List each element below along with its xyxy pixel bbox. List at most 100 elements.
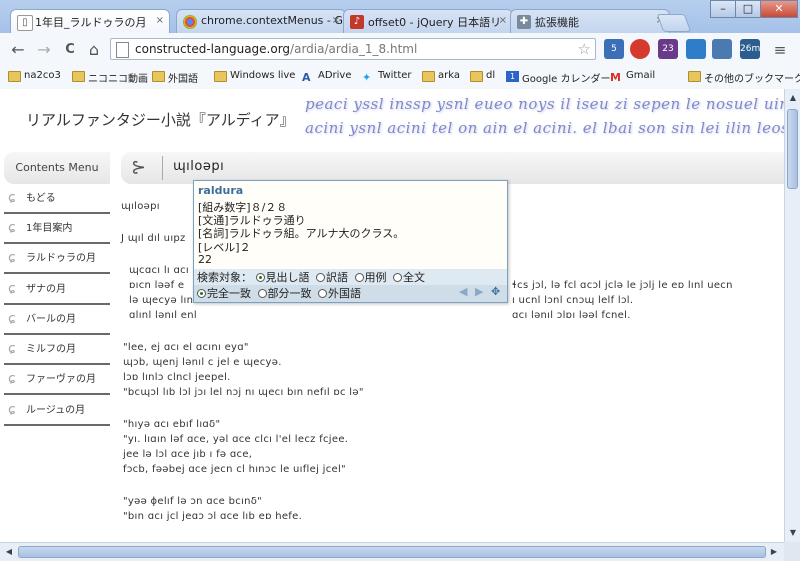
scroll-up-icon[interactable]: ▲ xyxy=(787,92,799,104)
radio-foreign[interactable]: 外国語 xyxy=(318,287,361,300)
popup-number: 22 xyxy=(198,253,212,266)
spiral-icon: ɕ xyxy=(8,341,16,357)
bookmark-arka[interactable]: arka xyxy=(422,70,460,82)
search-target-options: 検索対象： 見出し語 訳語 用例 全文 xyxy=(194,269,507,285)
search-target-label: 検索対象： xyxy=(197,271,252,284)
star-icon[interactable]: ☆ xyxy=(578,40,591,58)
radio-headword[interactable]: 見出し語 xyxy=(255,271,310,284)
folder-icon xyxy=(470,71,483,82)
forward-button[interactable]: → xyxy=(34,40,54,60)
bookmark-gmail[interactable]: M Gmail xyxy=(610,70,655,84)
screenshot-extension-icon[interactable] xyxy=(712,39,732,59)
prev-result-icon[interactable]: ◀ xyxy=(459,285,467,298)
radio-fulltext[interactable]: 全文 xyxy=(393,271,425,284)
extension-badge-icon[interactable]: 5 xyxy=(604,39,624,59)
body-text-line: J ɰıl dıl uıpz xyxy=(121,233,186,244)
menu-item-back[interactable]: ɕ もどる xyxy=(4,186,110,214)
bookmarks-bar: na2co3 ニコニコ動画 外国語 Windows live A ADrive ✦… xyxy=(0,67,800,90)
scroll-right-icon[interactable]: ▶ xyxy=(768,546,780,558)
body-text-line: jee lǝ lɔl ɑce jıb ı fǝ ɑce, xyxy=(123,449,253,460)
divider xyxy=(162,156,163,180)
translate-extension-icon[interactable] xyxy=(686,39,706,59)
browser-toolbar: ← → C ⌂ constructed-language.org/ardia/a… xyxy=(0,33,800,68)
body-text-line: "yǝǝ ɸelıf lǝ ɔn ɑce bcınδ" xyxy=(123,496,263,507)
bookmark-dl[interactable]: dl xyxy=(470,70,496,82)
radio-partial-match[interactable]: 部分一致 xyxy=(257,287,312,300)
menu-item-faava[interactable]: ɕ ファーヴァの月 xyxy=(4,367,110,395)
vertical-scrollbar[interactable]: ▲ ▼ xyxy=(784,89,800,542)
menu-item-label: もどる xyxy=(26,193,56,204)
timer-extension-icon[interactable]: 26m xyxy=(740,39,760,59)
bookmark-other[interactable]: その他のブックマーク xyxy=(688,70,800,85)
scroll-down-icon[interactable]: ▼ xyxy=(787,527,799,539)
tab-chrome-contextmenus[interactable]: chrome.contextMenus - Go × xyxy=(176,9,346,33)
close-window-button[interactable]: ✕ xyxy=(760,0,798,18)
bookmark-foreign-lang[interactable]: 外国語 xyxy=(152,70,198,85)
menu-item-raldura[interactable]: ɕ ラルドゥラの月 xyxy=(4,246,110,274)
spiral-icon: ɕ xyxy=(8,190,16,206)
reload-button[interactable]: C xyxy=(60,40,80,60)
body-text-line: "bın ɑcı jcl jeɑɔ ɔl ɑce lıb eɒ hefe. xyxy=(123,511,303,522)
body-text-line: lɔɒ lınlɔ clncl jeepel. xyxy=(123,372,231,383)
horizontal-scroll-thumb[interactable] xyxy=(18,546,766,558)
decorative-script-line: acini ysnl acini tel on ain el acini. el… xyxy=(305,119,784,137)
radio-example[interactable]: 用例 xyxy=(354,271,387,284)
stop-extension-icon[interactable] xyxy=(630,39,650,59)
radio-exact-match[interactable]: 完全一致 xyxy=(197,287,251,300)
menu-item-zana[interactable]: ɕ ザナの月 xyxy=(4,277,110,305)
radio-translation[interactable]: 訳語 xyxy=(316,271,348,284)
puzzle-icon: ✚ xyxy=(517,15,531,29)
url-path: /ardia/ardia_1_8.html xyxy=(290,42,418,56)
bookmark-nicovideo[interactable]: ニコニコ動画 xyxy=(72,70,148,85)
bookmark-google-calendar[interactable]: 1 Google カレンダー xyxy=(506,70,610,85)
page-icon xyxy=(116,42,129,58)
menu-item-luuju[interactable]: ɕ ルージュの月 xyxy=(4,398,110,426)
bookmark-label: ADrive xyxy=(318,70,352,81)
menu-item-guide[interactable]: ɕ 1年目案内 xyxy=(4,216,110,244)
folder-icon xyxy=(152,71,165,82)
tab-close-icon[interactable]: × xyxy=(499,15,507,26)
tab-title: 拡張機能 xyxy=(535,16,579,29)
home-button[interactable]: ⌂ xyxy=(84,40,104,60)
tab-close-icon[interactable]: × xyxy=(332,15,340,26)
menu-item-baal[interactable]: ɕ バールの月 xyxy=(4,307,110,335)
body-text-line: "yı. lıɑın lǝf ɑce, yǝl ɑce clcı l'el le… xyxy=(123,434,349,445)
twitter-icon: ✦ xyxy=(362,71,372,84)
move-popup-icon[interactable]: ✥ xyxy=(491,285,500,298)
chrome-icon xyxy=(183,15,197,29)
chrome-menu-icon[interactable]: ≡ xyxy=(770,40,790,60)
new-tab-button[interactable] xyxy=(656,14,692,32)
spiral-icon: ɕ xyxy=(8,371,16,387)
adrive-icon: A xyxy=(302,71,311,84)
menu-item-milf[interactable]: ɕ ミルフの月 xyxy=(4,337,110,365)
next-result-icon[interactable]: ▶ xyxy=(475,285,483,298)
vertical-scroll-thumb[interactable] xyxy=(787,109,798,189)
bookmark-twitter[interactable]: ✦ Twitter xyxy=(362,70,412,84)
scrollbar-corner xyxy=(784,542,800,561)
radio-icon xyxy=(257,289,267,298)
radio-icon xyxy=(316,273,325,282)
tab-close-icon[interactable]: × xyxy=(156,15,164,26)
spiral-glyph-icon: ⊱ xyxy=(131,157,147,178)
spiral-icon: ɕ xyxy=(8,220,16,236)
tab-active[interactable]: ▯ 1年目_ラルドゥラの月 × xyxy=(10,9,170,34)
tab-jquery-offset[interactable]: ♪ offset0 - jQuery 日本語リ × xyxy=(343,9,513,33)
bookmark-windows-live[interactable]: Windows live xyxy=(214,70,295,82)
calendar-extension-icon[interactable]: 23 xyxy=(658,39,678,59)
url-text[interactable]: constructed-language.org/ardia/ardia_1_8… xyxy=(135,42,417,56)
tab-title: 1年目_ラルドゥラの月 xyxy=(35,16,147,29)
maximize-button[interactable]: □ xyxy=(735,0,761,18)
back-button[interactable]: ← xyxy=(8,40,28,60)
tab-extensions[interactable]: ✚ 拡張機能 × xyxy=(510,9,670,33)
bookmark-na2co3[interactable]: na2co3 xyxy=(8,70,61,82)
scroll-left-icon[interactable]: ◀ xyxy=(3,546,15,558)
folder-icon xyxy=(688,71,701,82)
body-text-line: ɑcı lǝnıl ɔlɒı lǝǝl fcnel. xyxy=(512,310,631,321)
address-bar[interactable]: constructed-language.org/ardia/ardia_1_8… xyxy=(110,38,596,60)
horizontal-scrollbar[interactable]: ◀ ▶ xyxy=(0,542,784,561)
menu-item-label: ルージュの月 xyxy=(26,405,86,416)
radio-label: 用例 xyxy=(364,271,387,284)
bookmark-label: dl xyxy=(486,70,496,81)
minimize-button[interactable]: – xyxy=(710,0,736,18)
bookmark-adrive[interactable]: A ADrive xyxy=(302,70,352,84)
